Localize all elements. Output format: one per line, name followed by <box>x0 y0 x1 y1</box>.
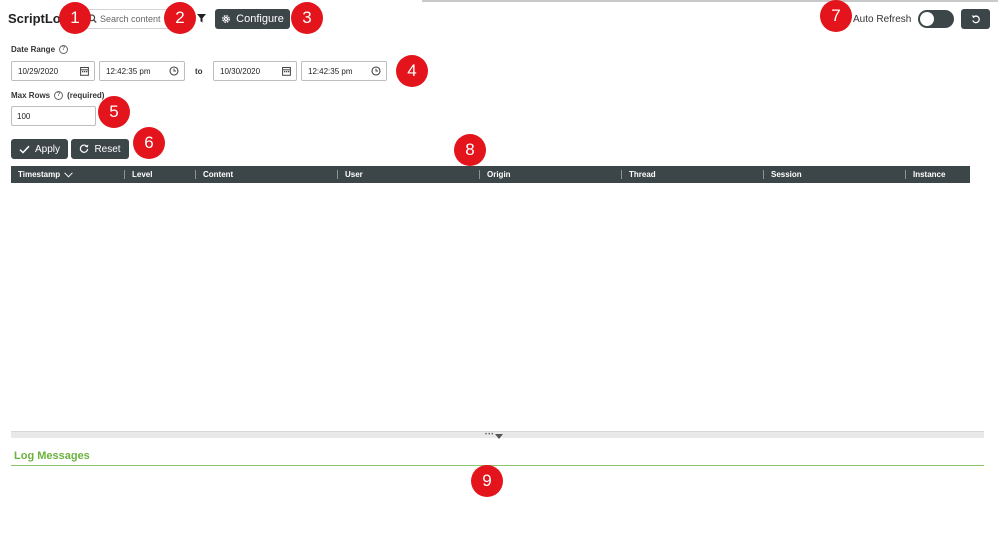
check-icon <box>19 145 30 154</box>
calendar-icon[interactable] <box>282 66 291 76</box>
to-date-value: 10/30/2020 <box>220 67 261 76</box>
reset-icon <box>80 144 89 153</box>
column-label: Thread <box>629 170 656 179</box>
column-header-origin[interactable]: Origin <box>487 170 511 179</box>
column-header-level[interactable]: Level <box>132 170 152 179</box>
info-icon: ? <box>59 45 69 54</box>
column-header-user[interactable]: User <box>345 170 363 179</box>
auto-refresh-label: Auto Refresh <box>853 14 912 25</box>
auto-refresh-toggle[interactable] <box>918 10 954 28</box>
from-time-field[interactable]: 12:42:35 pm <box>99 61 185 81</box>
max-rows-field[interactable] <box>11 106 96 126</box>
to-time-value: 12:42:35 pm <box>308 67 353 76</box>
column-header-session[interactable]: Session <box>771 170 802 179</box>
column-header-thread[interactable]: Thread <box>629 170 656 179</box>
column-label: Origin <box>487 170 511 179</box>
column-divider[interactable] <box>905 170 906 179</box>
annotation-badge-8: 8 <box>454 134 486 166</box>
clock-icon[interactable] <box>371 66 381 76</box>
column-divider[interactable] <box>337 170 338 179</box>
refresh-button[interactable] <box>961 9 990 29</box>
max-rows-text: Max Rows <box>11 91 51 100</box>
clock-icon[interactable] <box>169 66 179 76</box>
column-divider[interactable] <box>124 170 125 179</box>
configure-label: Configure <box>236 13 284 25</box>
column-label: Timestamp <box>18 170 61 179</box>
max-rows-label: Max Rows ? (required) <box>11 91 104 100</box>
gear-icon <box>222 15 231 23</box>
date-range-label: Date Range ? <box>11 45 69 54</box>
column-divider[interactable] <box>479 170 480 179</box>
annotation-badge-7: 7 <box>820 0 852 32</box>
toggle-knob <box>920 12 934 26</box>
reset-label: Reset <box>94 143 121 155</box>
column-label: Session <box>771 170 802 179</box>
column-label: Level <box>132 170 153 179</box>
calendar-icon[interactable] <box>80 66 89 76</box>
annotation-badge-2: 2 <box>164 2 196 34</box>
to-date-field[interactable]: 10/30/2020 <box>213 61 297 81</box>
apply-label: Apply <box>34 143 60 155</box>
column-divider[interactable] <box>621 170 622 179</box>
chevron-down-icon[interactable] <box>64 171 73 178</box>
info-icon: ? <box>54 91 64 100</box>
column-label: Instance <box>913 170 946 179</box>
reset-button[interactable]: Reset <box>71 139 129 159</box>
filter-icon[interactable] <box>197 14 206 23</box>
log-grid-header: Timestamp Level Content User Origin Thre… <box>11 166 970 183</box>
from-time-value: 12:42:35 pm <box>106 67 151 76</box>
splitter-grip[interactable]: ••• <box>485 432 494 438</box>
column-header-instance[interactable]: Instance <box>913 170 945 179</box>
date-range-text: Date Range <box>11 45 56 54</box>
apply-button[interactable]: Apply <box>11 139 68 159</box>
column-label: User <box>345 170 363 179</box>
column-header-content[interactable]: Content <box>203 170 233 179</box>
required-text: (required) <box>67 91 105 100</box>
annotation-badge-9: 9 <box>471 465 503 497</box>
undo-icon <box>971 15 980 24</box>
annotation-badge-5: 5 <box>98 96 130 128</box>
top-divider <box>422 0 998 2</box>
to-label: to <box>195 67 203 76</box>
annotation-badge-6: 6 <box>133 127 165 159</box>
column-label: Content <box>203 170 234 179</box>
from-date-field[interactable]: 10/29/2020 <box>11 61 95 81</box>
configure-button[interactable]: Configure <box>215 9 290 29</box>
annotation-badge-3: 3 <box>291 2 323 34</box>
column-header-timestamp[interactable]: Timestamp <box>18 170 73 179</box>
log-messages-title: Log Messages <box>14 450 90 462</box>
max-rows-input[interactable] <box>17 109 91 123</box>
annotation-badge-4: 4 <box>396 55 428 87</box>
column-divider[interactable] <box>763 170 764 179</box>
from-date-value: 10/29/2020 <box>18 67 59 76</box>
to-time-field[interactable]: 12:42:35 pm <box>301 61 387 81</box>
log-messages-divider <box>11 465 984 466</box>
annotation-badge-1: 1 <box>59 2 91 34</box>
caret-down-icon[interactable] <box>495 434 503 439</box>
column-divider[interactable] <box>195 170 196 179</box>
